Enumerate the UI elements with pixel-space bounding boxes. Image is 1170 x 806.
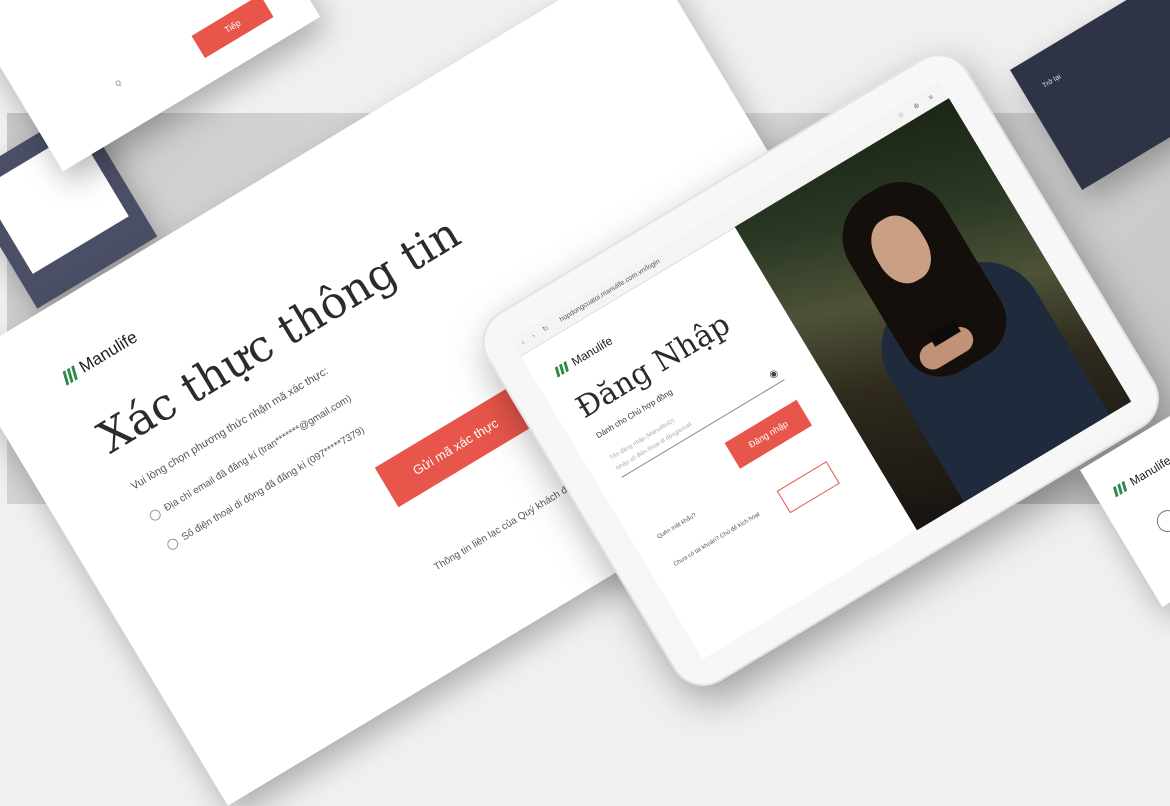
- browser-nav-icons[interactable]: ‹ › ↻: [520, 322, 554, 347]
- manulife-logo-icon: [61, 365, 79, 386]
- step-card-text: Q: [114, 79, 123, 89]
- address-bar[interactable]: hopdongcuatoi.manulife.com.vn/login: [558, 258, 661, 324]
- dark-card-text: Trở lại: [1041, 73, 1063, 90]
- manulife-logo: Manulife: [1111, 453, 1170, 498]
- login-button[interactable]: Đăng nhập: [724, 399, 813, 469]
- send-code-button[interactable]: Gửi mã xác thực: [374, 385, 536, 508]
- manulife-logo: Manulife: [553, 334, 615, 379]
- activate-button[interactable]: [776, 461, 840, 514]
- manulife-logo-text: Manulife: [1127, 453, 1170, 489]
- manulife-logo: Manulife: [59, 327, 141, 387]
- eye-icon[interactable]: ◉: [767, 367, 780, 381]
- forgot-password-link[interactable]: Quên mật khẩu?: [656, 512, 697, 540]
- next-button[interactable]: Tiếp: [191, 0, 274, 59]
- circle-icon: [1152, 505, 1170, 537]
- manulife-logo-icon: [554, 360, 570, 378]
- manulife-logo-text: Manulife: [568, 333, 616, 369]
- manulife-logo-icon: [1112, 480, 1128, 498]
- radio-icon[interactable]: [147, 507, 163, 523]
- manulife-logo-text: Manulife: [75, 327, 141, 377]
- radio-icon[interactable]: [165, 536, 181, 552]
